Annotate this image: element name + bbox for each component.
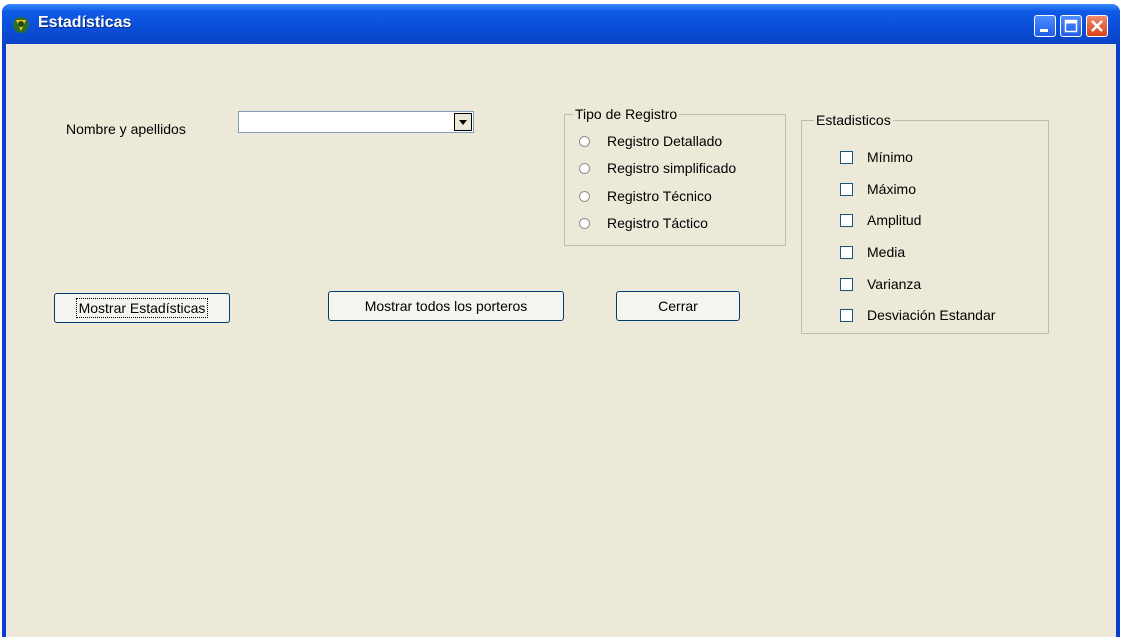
checkbox-icon xyxy=(840,278,853,291)
app-icon xyxy=(13,17,29,33)
radio-icon xyxy=(579,136,590,147)
checkbox-icon xyxy=(840,183,853,196)
name-label: Nombre y apellidos xyxy=(66,121,186,137)
maximize-icon xyxy=(1064,19,1078,33)
chevron-down-icon[interactable] xyxy=(454,113,472,131)
cerrar-button[interactable]: Cerrar xyxy=(616,291,740,321)
checkbox-icon xyxy=(840,214,853,227)
main-window: Estadísticas Nombre y apellidos Tipo de … xyxy=(2,4,1120,637)
close-icon xyxy=(1091,20,1103,32)
maximize-button[interactable] xyxy=(1060,15,1082,37)
form-client-area: Nombre y apellidos Tipo de Registro Regi… xyxy=(6,44,1116,637)
mostrar-porteros-button[interactable]: Mostrar todos los porteros xyxy=(328,291,564,321)
title-bar[interactable]: Estadísticas xyxy=(2,4,1120,44)
checkbox-icon xyxy=(840,246,853,259)
window-title: Estadísticas xyxy=(38,14,132,31)
estadisticos-title: Estadisticos xyxy=(814,112,893,128)
checkbox-icon xyxy=(840,151,853,164)
close-button[interactable] xyxy=(1086,15,1108,37)
minimize-button[interactable] xyxy=(1034,15,1056,37)
radio-icon xyxy=(579,218,590,229)
estadisticos-group: Estadisticos Mínimo Máximo Amplitud Medi… xyxy=(801,112,1049,334)
name-combobox[interactable] xyxy=(238,111,474,133)
tipo-registro-title: Tipo de Registro xyxy=(573,106,680,122)
mostrar-estadisticas-button[interactable]: Mostrar Estadísticas xyxy=(54,293,230,323)
minimize-icon xyxy=(1040,29,1048,32)
checkbox-icon xyxy=(840,309,853,322)
tipo-registro-group: Tipo de Registro Registro Detallado Regi… xyxy=(564,106,786,246)
radio-icon xyxy=(579,163,590,174)
radio-icon xyxy=(579,191,590,202)
